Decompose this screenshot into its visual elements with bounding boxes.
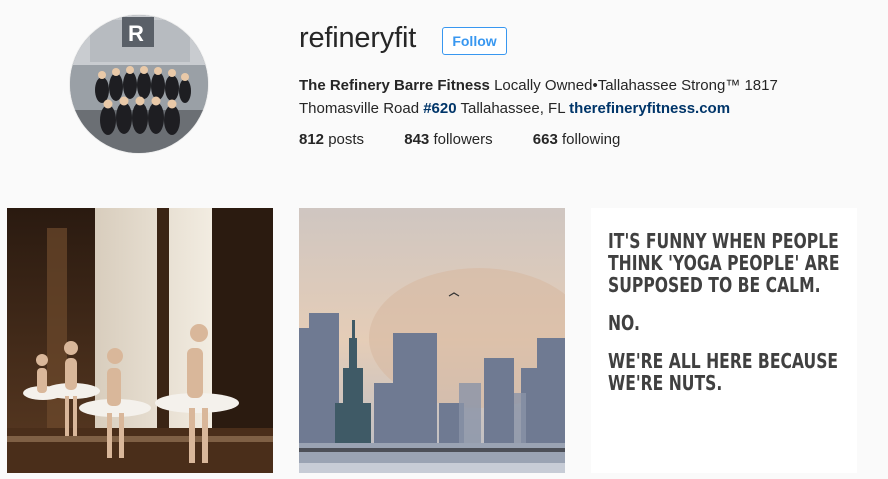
quote-block-c: WE'RE ALL HERE BECAUSE WE'RE NUTS. <box>608 349 839 395</box>
post-tile-ballet[interactable] <box>7 208 273 473</box>
quote-line: WE'RE ALL HERE BECAUSE <box>608 349 839 373</box>
profile-website-link[interactable]: therefineryfitness.com <box>569 100 730 117</box>
following-label: following <box>562 131 621 148</box>
profile-full-name: The Refinery Barre Fitness <box>299 77 490 94</box>
follow-button[interactable]: Follow <box>442 27 507 55</box>
profile-bio: The Refinery Barre Fitness Locally Owned… <box>299 74 859 120</box>
profile-stats: 812 posts 843 followers 663 following <box>299 131 656 148</box>
quote-line: SUPPOSED TO BE CALM. <box>608 273 821 297</box>
quote-text: IT'S FUNNY WHEN PEOPLE THINK 'YOGA PEOPL… <box>608 229 840 410</box>
quote-line: WE'RE NUTS. <box>608 371 723 395</box>
profile-username: refineryfit <box>299 22 417 54</box>
quote-block-a: IT'S FUNNY WHEN PEOPLE THINK 'YOGA PEOPL… <box>608 229 840 297</box>
following-stat[interactable]: 663 following <box>533 131 621 148</box>
quote-line: IT'S FUNNY WHEN PEOPLE <box>608 229 839 253</box>
following-count: 663 <box>532 131 558 148</box>
post-tile-quote[interactable]: IT'S FUNNY WHEN PEOPLE THINK 'YOGA PEOPL… <box>591 208 857 473</box>
statue-of-liberty-skyline-photo <box>299 208 565 473</box>
svg-text:R: R <box>128 21 144 46</box>
avatar-group-photo: R <box>70 15 208 153</box>
quote-line: THINK 'YOGA PEOPLE' ARE <box>608 251 840 275</box>
ballet-dancers-photo <box>7 208 273 473</box>
posts-count: 812 <box>299 131 325 148</box>
posts-stat: 812 posts <box>299 131 364 148</box>
posts-label: posts <box>328 131 365 148</box>
quote-line: NO. <box>608 311 640 335</box>
followers-stat[interactable]: 843 followers <box>404 131 492 148</box>
quote-block-b: NO. <box>608 312 799 334</box>
followers-label: followers <box>433 131 493 148</box>
followers-count: 843 <box>404 131 430 148</box>
post-tile-skyline[interactable] <box>299 208 565 473</box>
bio-location: Tallahassee, FL <box>456 100 570 117</box>
profile-avatar[interactable]: R <box>70 15 208 153</box>
bio-hashtag-link[interactable]: #620 <box>423 100 456 117</box>
